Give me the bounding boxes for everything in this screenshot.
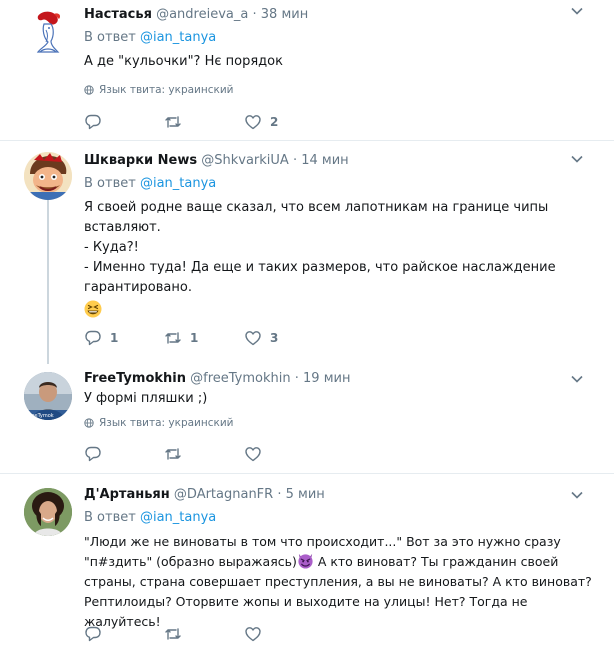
reply-prefix: В ответ <box>84 176 140 191</box>
avatar-illustration-image <box>24 8 72 56</box>
retweet-button[interactable] <box>164 113 190 131</box>
reply-icon <box>85 626 101 642</box>
tweet-shkvarki-news[interactable]: Шкварки News @ShkvarkiUA · 14 мин В отве… <box>0 148 614 360</box>
retweet-count: 1 <box>190 331 199 345</box>
reply-button[interactable] <box>84 625 110 643</box>
tweet-language: Язык твита: украинский <box>84 83 234 97</box>
like-button[interactable] <box>244 625 270 643</box>
retweet-button[interactable] <box>164 625 190 643</box>
tweet-actions <box>84 625 444 645</box>
tweet-text-line: - Именно туда! Да еще и таких размеров, … <box>84 260 556 275</box>
tweet-text: "Люди же не виноваты в том что происходи… <box>84 532 594 632</box>
reply-context: В ответ @ian_tanya <box>84 29 216 47</box>
like-count: 3 <box>270 331 279 345</box>
like-button[interactable]: 3 <box>244 329 278 347</box>
tweet-language-label: Язык твита: украинский <box>99 84 234 96</box>
retweet-icon <box>165 332 181 344</box>
retweet-icon <box>165 116 181 128</box>
tweet-nastasya[interactable]: Настасья @andreieva_a · 38 мин В ответ @… <box>0 0 614 140</box>
reply-mention-link[interactable]: @ian_tanya <box>140 176 216 191</box>
reply-button[interactable] <box>84 113 110 131</box>
tweet-actions: 1 1 3 <box>84 329 444 349</box>
tweet-text-line: "п#здить" (образно выражаясь) <box>84 554 297 569</box>
reply-context: В ответ @ian_tanya <box>84 509 216 527</box>
chevron-down-icon[interactable] <box>570 372 584 386</box>
reply-prefix: В ответ <box>84 30 140 45</box>
reply-mention-link[interactable]: @ian_tanya <box>140 510 216 525</box>
author-handle[interactable]: @andreieva_a <box>156 7 248 22</box>
author-handle[interactable]: @DArtagnanFR <box>174 487 273 502</box>
tweet-dartagnan[interactable]: Д'Артаньян @DArtagnanFR · 5 мин В ответ … <box>0 484 614 644</box>
reply-prefix: В ответ <box>84 510 140 525</box>
chevron-down-icon[interactable] <box>570 4 584 18</box>
tweet-text-line: страны, страна совершает преступления, а… <box>84 574 592 589</box>
author-name[interactable]: FreeTymokhin <box>84 371 186 386</box>
chevron-down-icon[interactable] <box>570 152 584 166</box>
avatar[interactable]: FreeTymok <box>24 372 72 420</box>
separator-dot: · <box>277 487 282 502</box>
like-button[interactable]: 2 <box>244 113 278 131</box>
tweet-text: Я своей родне ваще сказал, что всем лапо… <box>84 198 594 322</box>
retweet-icon <box>165 628 181 640</box>
grinning-squinting-face-emoji <box>84 300 102 318</box>
like-icon <box>245 447 261 462</box>
author-name[interactable]: Д'Артаньян <box>84 487 170 502</box>
tweet-text-line: - Куда?! <box>84 240 139 255</box>
like-icon <box>245 331 261 346</box>
reply-count: 1 <box>110 331 119 345</box>
reply-icon <box>85 330 101 346</box>
tweet-text-line: вставляют. <box>84 220 161 235</box>
avatar[interactable] <box>24 152 72 200</box>
tweet-freetymokhin[interactable]: FreeTymok FreeTymokhin @freeTymokhin · 1… <box>0 368 614 468</box>
like-count: 2 <box>270 115 279 129</box>
tweet-text: У формі пляшки ;) <box>84 391 208 406</box>
smiling-imp-emoji <box>298 553 313 569</box>
divider <box>0 140 614 141</box>
author-name[interactable]: Шкварки News <box>84 153 197 168</box>
tweet-text-line: "Люди же не виноваты в том что происходи… <box>84 534 561 549</box>
reply-button[interactable]: 1 <box>84 329 118 347</box>
avatar-cartoon-image <box>24 152 72 200</box>
separator-dot: · <box>252 7 257 22</box>
tweet-text: А де "кульочки"? Нє порядок <box>84 54 283 69</box>
tweet-text-line: Я своей родне ваще сказал, что всем лапо… <box>84 200 549 215</box>
avatar[interactable] <box>24 8 72 56</box>
divider <box>0 473 614 474</box>
retweet-button[interactable]: 1 <box>164 329 198 347</box>
author-name[interactable]: Настасья <box>84 7 152 22</box>
timestamp[interactable]: 5 мин <box>286 487 325 502</box>
tweet-actions <box>84 445 444 465</box>
reply-mention-link[interactable]: @ian_tanya <box>140 30 216 45</box>
tweet-actions: 2 <box>84 113 444 133</box>
chevron-down-icon[interactable] <box>570 488 584 502</box>
tweet-text-line: гарантировано. <box>84 280 192 295</box>
like-icon <box>245 115 261 130</box>
globe-icon <box>84 85 94 95</box>
timestamp[interactable]: 38 мин <box>261 7 308 22</box>
avatar-caption: FreeTymok <box>27 413 54 419</box>
timestamp[interactable]: 14 мин <box>301 153 348 168</box>
retweet-icon <box>165 448 181 460</box>
tweet-text-line: А кто виноват? Ты гражданин своей <box>313 554 559 569</box>
reply-icon <box>85 446 101 462</box>
separator-dot: · <box>294 371 299 386</box>
tweet-language-label: Язык твита: украинский <box>99 417 234 429</box>
like-icon <box>245 627 261 642</box>
like-button[interactable] <box>244 445 270 463</box>
reply-button[interactable] <box>84 445 110 463</box>
tweet-language: Язык твита: украинский <box>84 416 234 430</box>
reply-icon <box>85 114 101 130</box>
timestamp[interactable]: 19 мин <box>303 371 350 386</box>
avatar-photo-image: FreeTymok <box>24 372 72 420</box>
globe-icon <box>84 418 94 428</box>
retweet-button[interactable] <box>164 445 190 463</box>
separator-dot: · <box>292 153 298 168</box>
author-handle[interactable]: @ShkvarkiUA <box>201 153 289 168</box>
avatar[interactable] <box>24 488 72 536</box>
avatar-photo-image <box>24 488 72 536</box>
reply-context: В ответ @ian_tanya <box>84 175 216 193</box>
author-handle[interactable]: @freeTymokhin <box>190 371 290 386</box>
